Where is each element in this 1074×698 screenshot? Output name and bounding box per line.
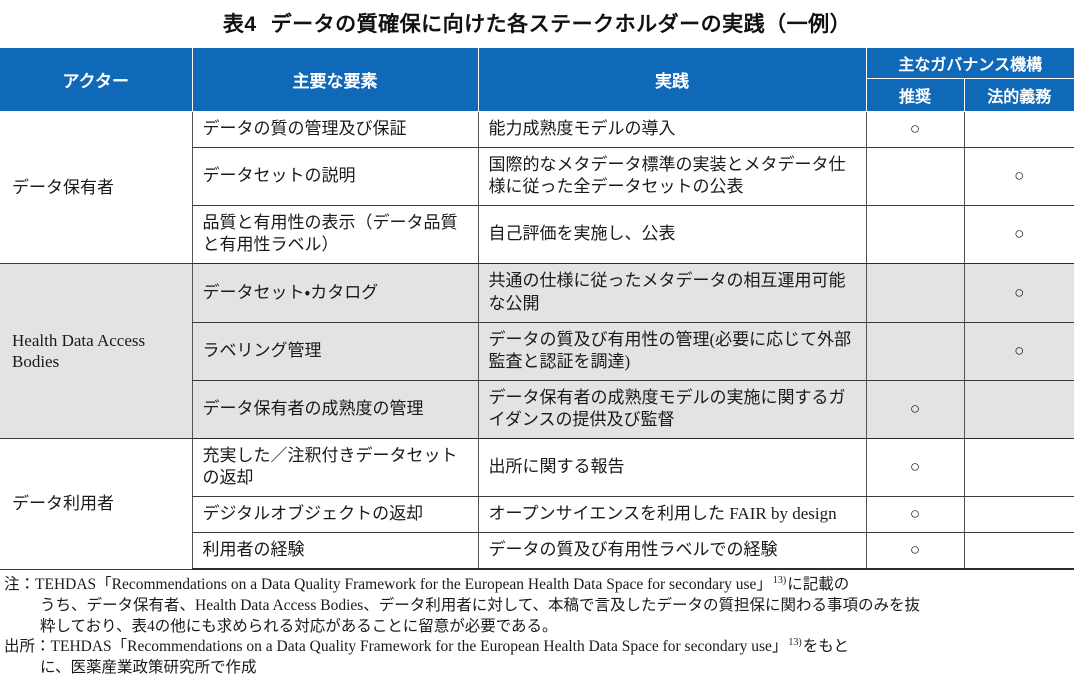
recommended-mark	[865, 205, 964, 265]
column-header-legal: 法的義務	[963, 78, 1074, 112]
practice-cell: 能力成熟度モデルの導入	[477, 110, 866, 149]
legal-mark: ○	[963, 205, 1074, 265]
note-line-3: 粋しており、表4の他にも求められる対応があることに留意が必要である。	[40, 617, 558, 635]
recommended-mark	[865, 147, 964, 207]
legal-mark: ○	[963, 321, 1074, 381]
table-title-text: データの質確保に向けた各ステークホルダーの実践（一例）	[270, 13, 852, 36]
column-header-recommended: 推奨	[865, 78, 965, 112]
note-label: 注：	[4, 576, 36, 594]
recommended-mark: ○	[865, 532, 964, 571]
table-row: Health Data Access Bodies データセット・カタログ 共通…	[0, 263, 1074, 440]
recommended-mark: ○	[865, 110, 964, 149]
recommended-mark: ○	[865, 379, 964, 440]
table-header: アクター 主要な要素 実践 主なガバナンス機構 推奨 法的義務	[0, 47, 1074, 112]
source-line-2: に、医薬産業政策研究所で作成	[40, 658, 257, 676]
table-header-row-1: アクター 主要な要素 実践 主なガバナンス機構	[0, 47, 1074, 112]
source-line-1: 出所：TEHDAS「Recommendations on a Data Qual…	[4, 637, 1070, 658]
source-reference-13: 13)	[788, 637, 802, 649]
element-cell: データの質の管理及び保証	[191, 110, 478, 149]
column-header-element: 主要な要素	[191, 47, 479, 112]
practice-cell: 出所に関する報告	[477, 438, 866, 498]
element-cell: 品質と有用性の表示（データ品質と有用性ラベル）	[191, 205, 478, 265]
note-line-1: 注：TEHDAS「Recommendations on a Data Quali…	[4, 575, 1070, 596]
page-title: 表4 データの質確保に向けた各ステークホルダーの実践（一例）	[0, 0, 1074, 47]
document-page: 表4 データの質確保に向けた各ステークホルダーの実践（一例） アクター 主要な要素…	[0, 0, 1074, 698]
actor-cell: データ利用者	[0, 438, 192, 570]
table-body: データ保有者 データの質の管理及び保証 能力成熟度モデルの導入 ○ データセット…	[0, 110, 1074, 571]
column-header-actor: アクター	[0, 47, 193, 112]
practice-cell: データの質及び有用性ラベルでの経験	[477, 532, 866, 571]
actor-cell: Health Data Access Bodies	[0, 263, 192, 440]
source-label: 出所：	[4, 638, 51, 656]
element-cell: ラベリング管理	[191, 321, 478, 381]
legal-mark	[963, 532, 1074, 571]
legal-mark	[963, 110, 1074, 149]
source-text-1b: をもと	[802, 638, 849, 656]
legal-mark	[963, 438, 1074, 498]
actor-cell: データ保有者	[0, 110, 192, 265]
legal-mark	[963, 379, 1074, 440]
practice-cell: 共通の仕様に従ったメタデータの相互運用可能な公開	[477, 263, 866, 323]
element-cell: データセット・カタログ	[191, 263, 478, 323]
element-cell: デジタルオブジェクトの返却	[191, 496, 478, 534]
note-line-2: うち、データ保有者、Health Data Access Bodies、データ利…	[40, 597, 921, 615]
note-reference-13: 13)	[772, 575, 787, 587]
note-text-1a: TEHDAS「Recommendations on a Data Quality…	[35, 576, 772, 594]
column-header-practice: 実践	[477, 47, 867, 112]
recommended-mark: ○	[865, 438, 964, 498]
practice-cell: データ保有者の成熟度モデルの実施に関するガイダンスの提供及び監督	[477, 379, 866, 440]
legal-mark	[963, 496, 1074, 534]
legal-mark: ○	[963, 147, 1074, 207]
recommended-mark	[865, 321, 964, 381]
element-cell: 充実した／注釈付きデータセットの返却	[191, 438, 478, 498]
element-cell: データ保有者の成熟度の管理	[191, 379, 478, 440]
element-cell: 利用者の経験	[191, 532, 478, 571]
stakeholder-practices-table: アクター 主要な要素 実践 主なガバナンス機構 推奨 法的義務 データ保有者 デ…	[0, 47, 1074, 571]
note-text-1b: に記載の	[787, 576, 850, 594]
practice-cell: データの質及び有用性の管理(必要に応じて外部監査と認証を調達)	[477, 321, 866, 381]
table-notes: 注：TEHDAS「Recommendations on a Data Quali…	[0, 570, 1074, 678]
recommended-mark	[865, 263, 964, 323]
element-cell: データセットの説明	[191, 147, 478, 207]
source-text-1a: TEHDAS「Recommendations on a Data Quality…	[50, 638, 788, 656]
table-row: データ利用者 充実した／注釈付きデータセットの返却 出所に関する報告 ○	[0, 438, 1074, 570]
practice-cell: 自己評価を実施し、公表	[477, 205, 866, 265]
column-header-governance: 主なガバナンス機構	[865, 47, 1074, 79]
table-number: 表4	[222, 13, 257, 36]
practice-cell: オープンサイエンスを利用した FAIR by design	[477, 496, 866, 534]
table-row: データ保有者 データの質の管理及び保証 能力成熟度モデルの導入 ○	[0, 110, 1074, 265]
recommended-mark: ○	[865, 496, 964, 534]
practice-cell: 国際的なメタデータ標準の実装とメタデータ仕様に従った全データセットの公表	[477, 147, 866, 207]
legal-mark: ○	[963, 263, 1074, 323]
